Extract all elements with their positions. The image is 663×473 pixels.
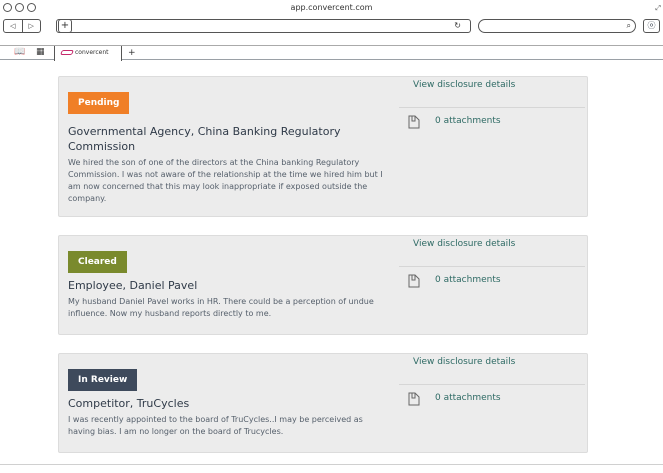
address-bar[interactable]: ↻ [56,19,471,33]
downloads-button[interactable]: ⓞ [643,19,660,33]
attachments-count[interactable]: 0 attachments [435,393,501,403]
page-content: Pending Governmental Agency, China Banki… [0,61,663,473]
attachment-icon [408,115,420,129]
book-icon[interactable]: 📖 [14,47,25,57]
search-input[interactable]: ⌕ [478,19,636,33]
tab-label: convercent [75,49,109,56]
attachments-count[interactable]: 0 attachments [435,275,501,285]
disclosure-description: We hired the son of one of the directors… [68,158,383,203]
fullscreen-icon[interactable]: ⤢ [655,4,661,13]
status-badge: Cleared [68,251,127,273]
disclosure-description: My husband Daniel Pavel works in HR. The… [68,297,374,318]
reload-icon[interactable]: ↻ [454,20,461,32]
disclosure-card: Pending Governmental Agency, China Banki… [58,76,588,217]
disclosure-card: Cleared Employee, Daniel Pavel My husban… [58,235,588,335]
search-icon: ⌕ [626,21,631,30]
tab-bar: 📖 ▦ convercent + [0,45,663,61]
status-badge: In Review [68,369,138,391]
view-disclosure-details-link[interactable]: View disclosure details [413,239,515,249]
status-badge: Pending [68,92,130,114]
disclosure-title: Governmental Agency, China Banking Regul… [68,125,341,153]
grid-icon[interactable]: ▦ [36,47,45,57]
divider [399,107,585,108]
add-tab-button[interactable]: + [128,46,136,60]
browser-chrome: app.convercent.com ⤢ ◁ ▷ ↻ + ⌕ ⓞ 📖 ▦ con… [0,0,663,61]
attachments-count[interactable]: 0 attachments [435,116,501,126]
view-disclosure-details-link[interactable]: View disclosure details [413,80,515,90]
forward-button[interactable]: ▷ [21,20,41,32]
back-button[interactable]: ◁ [4,20,22,32]
convercent-logo-icon [60,50,74,55]
disclosure-card: In Review Competitor, TruCycles I was re… [58,353,588,453]
footer-divider [0,464,663,465]
attachment-icon [408,274,420,288]
disclosure-title: Competitor, TruCycles [68,397,190,410]
new-tab-button[interactable]: + [58,19,72,33]
view-disclosure-details-link[interactable]: View disclosure details [413,357,515,367]
window-title: app.convercent.com [290,3,373,12]
attachment-icon [408,392,420,406]
disclosure-description: I was recently appointed to the board of… [68,415,363,436]
divider [399,384,585,385]
browser-tab[interactable]: convercent [54,46,122,61]
divider [399,266,585,267]
disclosure-title: Employee, Daniel Pavel [68,279,198,292]
nav-buttons: ◁ ▷ [3,19,41,33]
